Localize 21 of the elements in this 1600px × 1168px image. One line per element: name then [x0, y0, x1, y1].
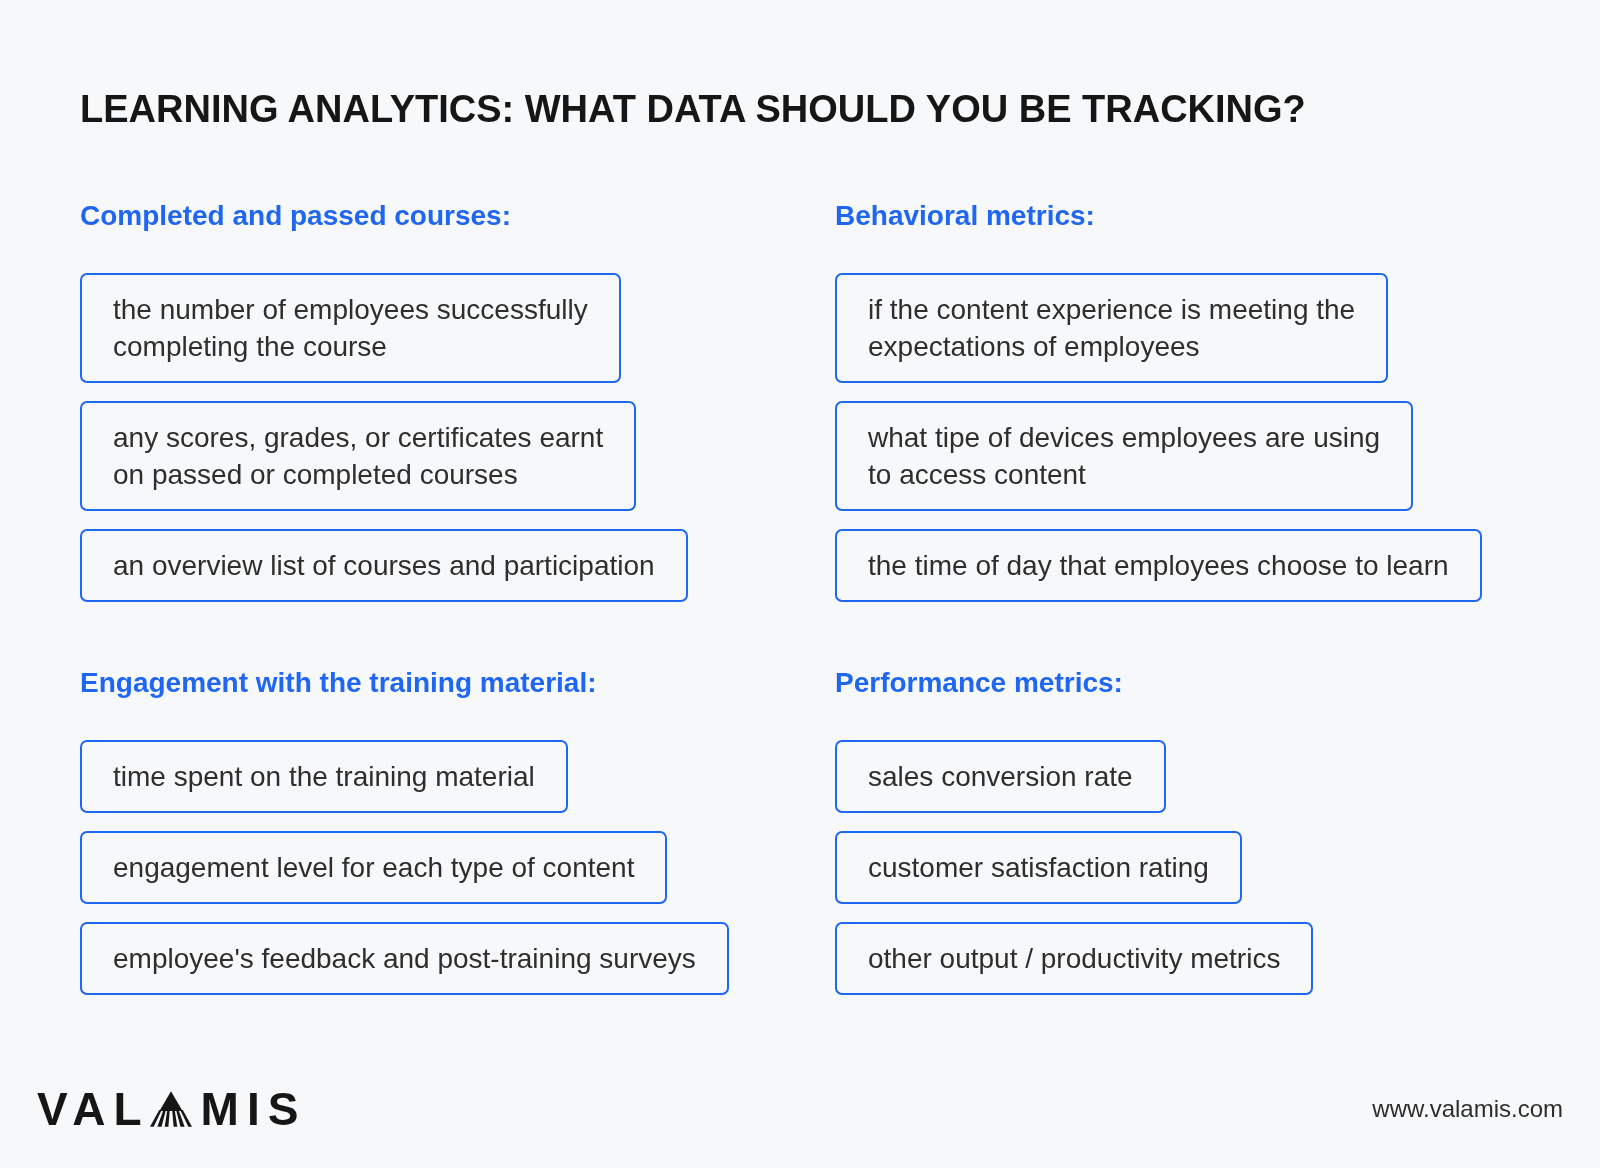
section-heading: Completed and passed courses:	[80, 199, 511, 233]
page-title: LEARNING ANALYTICS: WHAT DATA SHOULD YOU BE TRACKING?	[80, 87, 1306, 131]
logo-text: MIS	[200, 1086, 307, 1132]
triangle-icon	[149, 1091, 192, 1127]
metric-item: an overview list of courses and participation	[80, 529, 688, 602]
metric-item: the number of employees successfully completing the course	[80, 273, 621, 383]
metric-item: time spent on the training material	[80, 740, 568, 813]
metric-item: any scores, grades, or certificates earnt on passed or completed courses	[80, 401, 637, 511]
metric-item: sales conversion rate	[835, 740, 1166, 813]
metric-item: the time of day that employees choose to learn	[835, 529, 1482, 602]
metric-item: what tipe of devices employees are using to access content	[835, 401, 1414, 511]
section-heading: Engagement with the training material:	[80, 666, 597, 700]
metric-item: customer satisfaction rating	[835, 831, 1242, 904]
metric-item: engagement level for each type of content	[80, 831, 668, 904]
metric-item: other output / productivity metrics	[835, 922, 1314, 995]
metric-item: employee's feedback and post-training surveys	[80, 922, 729, 995]
metric-item: if the content experience is meeting the expectations of employees	[835, 273, 1389, 383]
section-heading: Performance metrics:	[835, 666, 1123, 700]
section-heading: Behavioral metrics:	[835, 199, 1095, 233]
logo-text: VAL	[37, 1086, 150, 1132]
website-url: www.valamis.com	[1372, 1094, 1563, 1124]
